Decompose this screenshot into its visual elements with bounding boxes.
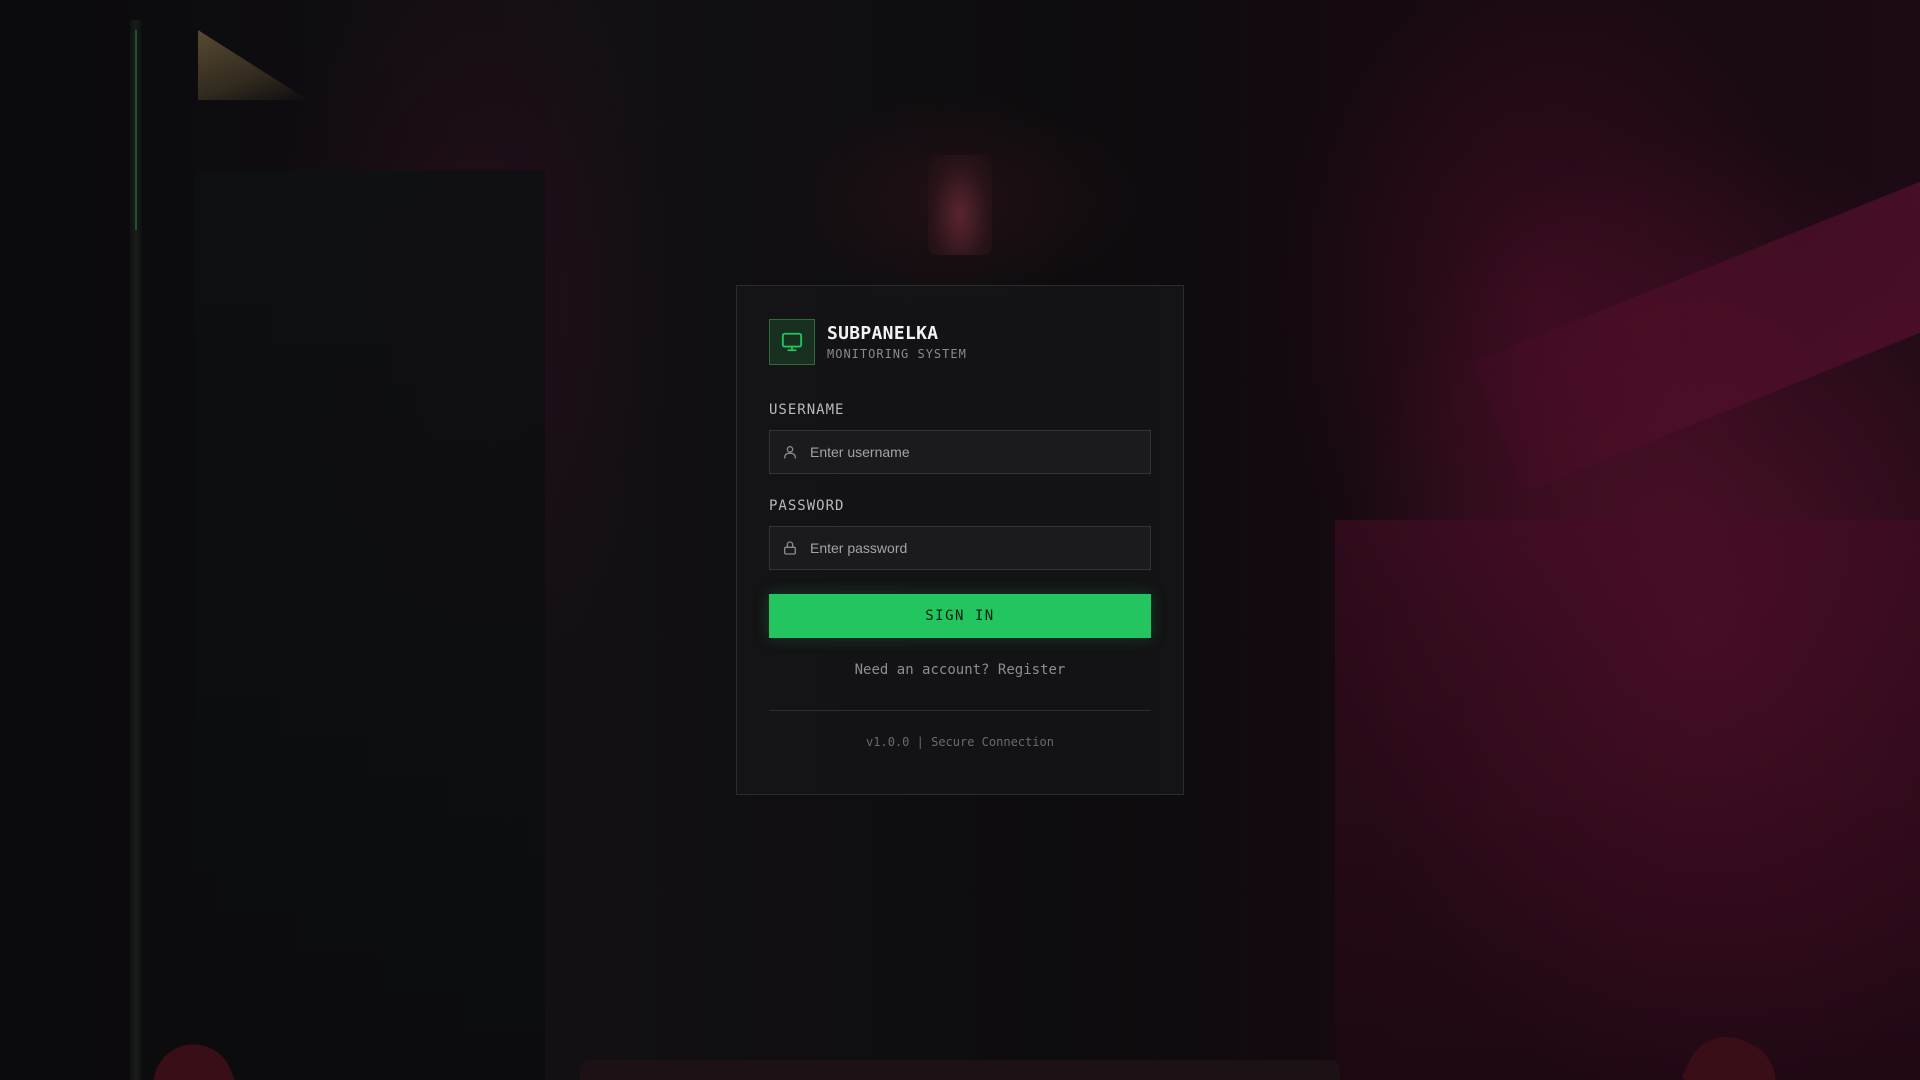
background-beam xyxy=(1472,167,1920,493)
brand-text: SUBPANELKA MONITORING SYSTEM xyxy=(827,323,967,362)
login-card: SUBPANELKA MONITORING SYSTEM USERNAME PA… xyxy=(736,285,1184,795)
register-prompt: Need an account? xyxy=(854,662,990,678)
password-label: PASSWORD xyxy=(769,498,845,514)
login-screen: SUBPANELKA MONITORING SYSTEM USERNAME PA… xyxy=(0,0,1920,1080)
register-link[interactable]: Register xyxy=(998,662,1065,678)
username-field-wrapper xyxy=(769,430,1151,474)
register-row: Need an account? Register xyxy=(769,662,1151,678)
background-sign xyxy=(198,30,308,100)
password-field-wrapper xyxy=(769,526,1151,570)
version-label: v1.0.0 xyxy=(866,735,910,749)
sign-in-button[interactable]: SIGN IN xyxy=(769,594,1151,638)
brand-header: SUBPANELKA MONITORING SYSTEM xyxy=(769,318,1151,366)
divider xyxy=(769,710,1151,711)
background-door xyxy=(195,170,545,1080)
background-pole-glow xyxy=(135,30,137,230)
connection-status: Secure Connection xyxy=(931,735,1054,749)
username-input[interactable] xyxy=(770,431,1150,473)
background-rail xyxy=(580,1060,1340,1080)
monitor-icon xyxy=(769,319,815,365)
footer: v1.0.0 | Secure Connection xyxy=(769,735,1151,749)
background-lamp xyxy=(928,155,992,255)
username-label: USERNAME xyxy=(769,402,845,418)
password-input[interactable] xyxy=(770,527,1150,569)
footer-separator: | xyxy=(916,735,924,749)
background-wall xyxy=(1335,520,1920,1080)
app-subtitle: MONITORING SYSTEM xyxy=(827,346,967,361)
app-title: SUBPANELKA xyxy=(827,322,939,344)
